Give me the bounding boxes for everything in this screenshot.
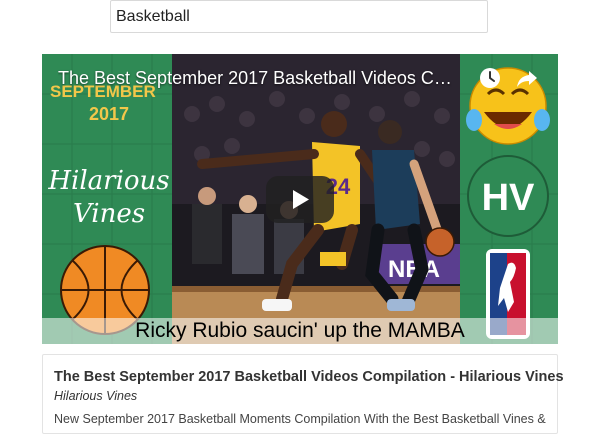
result-channel[interactable]: Hilarious Vines <box>54 389 137 403</box>
video-title[interactable]: The Best September 2017 Basketball Video… <box>58 68 458 89</box>
play-icon <box>293 190 309 209</box>
result-card[interactable]: The Best September 2017 Basketball Video… <box>42 354 564 434</box>
search-input[interactable] <box>110 0 488 33</box>
svg-text:HV: HV <box>482 177 535 219</box>
year-label: 2017 <box>89 104 130 124</box>
vines-label: Vines <box>72 199 146 229</box>
clock-icon[interactable] <box>478 66 502 90</box>
result-description: New September 2017 Basketball Moments Co… <box>54 412 546 426</box>
hilarious-label: Hilarious <box>48 166 170 196</box>
result-title[interactable]: The Best September 2017 Basketball Video… <box>54 369 564 385</box>
video-player[interactable]: NBA 24 HV SEPTEMBER 2017 Hilarious Vines… <box>42 54 558 344</box>
play-button[interactable] <box>266 176 334 223</box>
share-arrow-icon[interactable] <box>515 66 539 90</box>
video-caption: Ricky Rubio saucin' up the MAMBA <box>42 318 558 344</box>
hv-logo-graphic: HV <box>467 155 549 237</box>
